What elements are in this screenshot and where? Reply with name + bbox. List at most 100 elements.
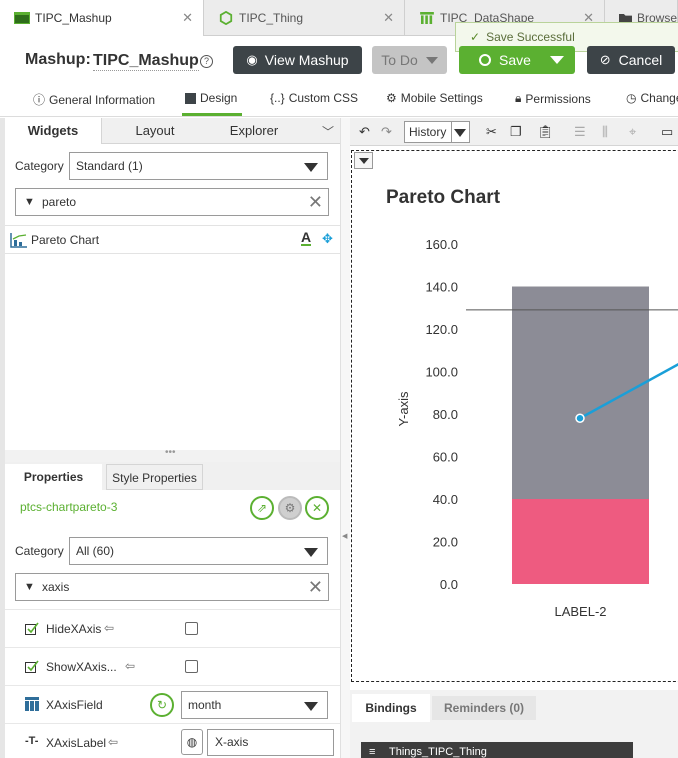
lock-icon: 🔒︎ bbox=[515, 91, 522, 105]
css-icon: {..} bbox=[270, 91, 285, 105]
circle-icon bbox=[479, 54, 492, 66]
undo-icon[interactable]: ↶ bbox=[359, 124, 370, 140]
todo-button[interactable]: To Do bbox=[372, 46, 447, 74]
panel-splitter[interactable]: ••• bbox=[5, 447, 340, 462]
paste-icon[interactable]: 📋︎ bbox=[537, 124, 554, 140]
clear-icon[interactable]: ✕ bbox=[308, 575, 323, 599]
copy-icon[interactable]: ❐ bbox=[510, 124, 522, 140]
move-icon[interactable]: ✥ bbox=[322, 231, 333, 247]
nav-permissions[interactable]: 🔒︎ Permissions bbox=[515, 91, 591, 106]
widgets-search-input[interactable]: ▼ pareto ✕ bbox=[15, 188, 329, 216]
datashape-icon bbox=[420, 11, 434, 24]
y-tick-label: 20.0 bbox=[433, 535, 458, 550]
fit-icon[interactable]: ⌖ bbox=[629, 124, 636, 140]
property-tabs: Properties Style Properties bbox=[5, 462, 340, 490]
tab-explorer[interactable]: Explorer bbox=[205, 118, 303, 144]
design-icon bbox=[185, 92, 196, 104]
widgets-category-select[interactable]: Standard (1) bbox=[69, 152, 328, 180]
chevron-down-icon[interactable]: ﹀ bbox=[322, 123, 334, 140]
infotable-field-icon bbox=[25, 697, 39, 711]
close-icon[interactable]: ✕ bbox=[182, 10, 193, 26]
tab-style-properties[interactable]: Style Properties bbox=[106, 464, 203, 490]
refresh-icon[interactable]: ↻ bbox=[150, 693, 174, 717]
tab-properties[interactable]: Properties bbox=[5, 464, 102, 490]
database-icon: ≡ bbox=[369, 746, 376, 758]
y-tick-label: 120.0 bbox=[425, 322, 458, 337]
layout-icon[interactable]: ▭ bbox=[661, 124, 673, 140]
caret-icon bbox=[454, 129, 466, 137]
widget-list-item[interactable]: Pareto Chart A ✥ bbox=[5, 225, 340, 254]
y-tick-label: 140.0 bbox=[425, 280, 458, 295]
prop-row-xaxislabel: -T- XAxisLabel ⇦ ◍ X-axis bbox=[5, 723, 340, 758]
props-category-select[interactable]: All (60) bbox=[69, 537, 328, 565]
nav-change[interactable]: ◷ Change bbox=[626, 91, 678, 105]
align-horizontal-icon[interactable]: ☰ bbox=[574, 124, 586, 140]
y-tick-label: 160.0 bbox=[425, 237, 458, 252]
gear-icon[interactable]: ⚙ bbox=[278, 496, 302, 520]
align-vertical-icon[interactable]: ⫼ bbox=[602, 124, 608, 140]
panel-separator[interactable]: ◀ bbox=[340, 118, 350, 758]
y-tick-label: 100.0 bbox=[425, 365, 458, 380]
thing-binding-header[interactable]: ≡ Things_TIPC_Thing bbox=[361, 742, 633, 758]
entity-name[interactable]: TIPC_Mashup bbox=[93, 52, 199, 71]
view-mashup-button[interactable]: ◉ View Mashup bbox=[233, 46, 362, 74]
gear-icon: ⚙ bbox=[386, 91, 397, 105]
nav-general-information[interactable]: ⓘ General Information bbox=[33, 91, 155, 108]
bind-arrow-icon[interactable]: ⇦ bbox=[108, 735, 118, 749]
history-select[interactable]: History bbox=[404, 121, 470, 143]
tab-tipc-mashup[interactable]: TIPC_Mashup ✕ bbox=[0, 0, 204, 36]
chevron-down-icon bbox=[425, 56, 438, 64]
entity-type-label: Mashup: bbox=[25, 51, 91, 68]
collapse-arrow-icon[interactable]: ◀ bbox=[342, 532, 347, 540]
cancel-button[interactable]: ⊘ Cancel bbox=[587, 46, 675, 74]
xaxislabel-input[interactable]: X-axis bbox=[207, 729, 334, 756]
checkbox-property-icon bbox=[25, 660, 39, 673]
bar-segment-bottom[interactable] bbox=[512, 499, 649, 584]
canvas-toolbar: ↶ ↷ History ✂ ❐ 📋︎ ☰ ⫼ ⌖ ▭ bbox=[350, 118, 678, 146]
chart-title: Pareto Chart bbox=[386, 187, 501, 208]
chevron-down-icon bbox=[304, 163, 318, 172]
tab-bindings[interactable]: Bindings bbox=[352, 694, 430, 722]
xaxisfield-select[interactable]: month bbox=[181, 691, 328, 719]
props-category-label: Category bbox=[15, 544, 64, 558]
tab-reminders[interactable]: Reminders (0) bbox=[432, 696, 536, 720]
widget-id-label: ptcs-chartpareto-3 bbox=[20, 500, 118, 514]
pareto-chart[interactable]: Pareto Chart Y-axis 0.0 20.0 40.0 60.0 80.0 1… bbox=[352, 151, 678, 681]
pareto-chart-icon bbox=[10, 233, 27, 248]
cut-icon[interactable]: ✂ bbox=[486, 124, 497, 140]
chevron-down-icon bbox=[550, 56, 564, 64]
save-button[interactable]: Save bbox=[459, 46, 575, 74]
props-search-input[interactable]: ▼ xaxis ✕ bbox=[15, 573, 329, 601]
nav-custom-css[interactable]: {..} Custom CSS bbox=[270, 91, 358, 105]
bind-arrow-icon[interactable]: ⇦ bbox=[104, 621, 114, 635]
redo-icon[interactable]: ↷ bbox=[381, 124, 392, 140]
hidexaxis-checkbox[interactable] bbox=[185, 622, 198, 635]
left-panel-tabs: Widgets Layout Explorer ﹀ bbox=[5, 118, 340, 144]
tab-widgets[interactable]: Widgets bbox=[5, 118, 102, 144]
y-tick-label: 0.0 bbox=[440, 577, 458, 592]
chevron-down-icon bbox=[304, 548, 318, 557]
close-icon[interactable]: ✕ bbox=[383, 10, 394, 26]
prop-row-xaxisfield: XAxisField ↻ month bbox=[5, 685, 340, 723]
y-axis-label: Y-axis bbox=[396, 391, 411, 426]
pareto-point[interactable] bbox=[575, 413, 585, 423]
bind-arrow-icon[interactable]: ⇦ bbox=[125, 659, 135, 673]
close-circle-icon[interactable]: ✕ bbox=[305, 496, 329, 520]
y-tick-label: 40.0 bbox=[433, 492, 458, 507]
text-property-icon: -T- bbox=[25, 735, 39, 747]
tab-layout[interactable]: Layout bbox=[105, 118, 205, 144]
globe-icon[interactable]: ◍ bbox=[181, 729, 203, 755]
clear-icon[interactable]: ✕ bbox=[308, 190, 323, 214]
nav-design[interactable]: Design bbox=[185, 91, 237, 105]
nav-mobile-settings[interactable]: ⚙ Mobile Settings bbox=[386, 91, 483, 105]
y-tick-label: 60.0 bbox=[433, 450, 458, 465]
tab-tipc-thing[interactable]: TIPC_Thing ✕ bbox=[204, 0, 405, 35]
check-icon: ✓ bbox=[470, 30, 481, 44]
showxaxis-checkbox[interactable] bbox=[185, 660, 198, 673]
thing-icon bbox=[219, 10, 233, 25]
share-icon[interactable]: ⇗ bbox=[250, 496, 274, 520]
help-icon[interactable]: ? bbox=[200, 55, 213, 68]
y-tick-label: 80.0 bbox=[433, 407, 458, 422]
cancel-icon: ⊘ bbox=[599, 52, 611, 67]
text-style-icon[interactable]: A bbox=[301, 230, 312, 246]
